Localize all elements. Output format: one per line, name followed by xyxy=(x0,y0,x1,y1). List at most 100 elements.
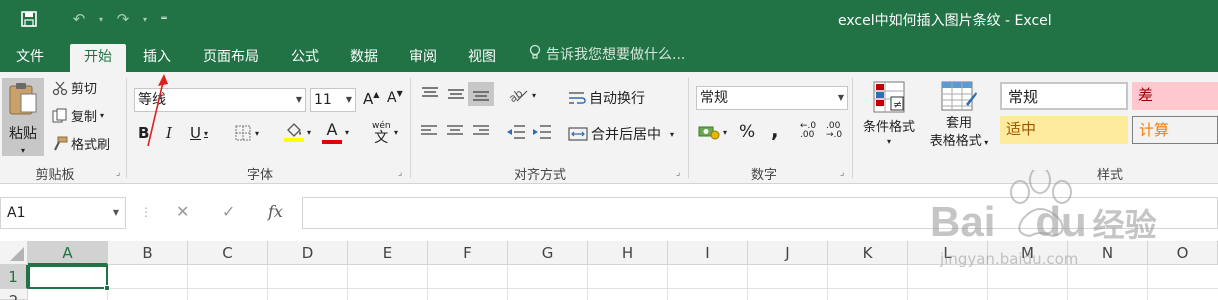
tab-file[interactable]: 文件 xyxy=(10,44,50,72)
merge-center-label: 合并后居中 xyxy=(591,127,661,143)
insert-function-icon[interactable]: fx xyxy=(268,197,283,229)
tab-page-layout[interactable]: 页面布局 xyxy=(193,44,269,72)
save-icon[interactable] xyxy=(14,8,44,30)
row-header-2[interactable]: 2 xyxy=(0,289,28,300)
comma-style-button[interactable]: , xyxy=(771,118,779,142)
underline-button[interactable]: U ▾ xyxy=(190,124,208,142)
fill-handle[interactable] xyxy=(104,285,110,291)
font-size-select[interactable]: 11 ▼ xyxy=(310,88,356,112)
alignment-launcher-icon[interactable]: ⌟ xyxy=(676,168,680,178)
align-left-button[interactable] xyxy=(420,124,438,138)
align-bottom-button[interactable] xyxy=(468,82,494,106)
column-header-b[interactable]: B xyxy=(108,241,188,265)
grow-font-button[interactable]: A ▲ xyxy=(363,90,379,109)
name-box-value: A1 xyxy=(7,205,26,221)
font-color-button[interactable]: A xyxy=(322,120,342,144)
undo-icon[interactable]: ↶ xyxy=(64,8,94,30)
paste-label: 粘贴 xyxy=(9,126,37,142)
number-group-label: 数字 xyxy=(750,168,777,183)
tab-data[interactable]: 数据 xyxy=(341,44,387,72)
cancel-icon[interactable]: ✕ xyxy=(176,197,189,229)
name-box[interactable]: A1 ▼ xyxy=(0,197,126,229)
gridline-vertical xyxy=(667,265,668,300)
column-header-j[interactable]: J xyxy=(748,241,828,265)
copy-button[interactable]: 复制 ▾ xyxy=(52,106,104,125)
increase-decimal-button[interactable]: ←.0 .00 xyxy=(800,122,820,140)
column-header-i[interactable]: I xyxy=(668,241,748,265)
style-calculation[interactable]: 计算 xyxy=(1132,116,1218,144)
column-header-e[interactable]: E xyxy=(348,241,428,265)
number-launcher-icon[interactable]: ⌟ xyxy=(840,168,844,178)
gridline-vertical xyxy=(267,265,268,300)
wrap-text-button[interactable]: 自动换行 xyxy=(568,88,645,108)
column-header-d[interactable]: D xyxy=(268,241,348,265)
watermark-brand-tail: du xyxy=(1035,198,1087,245)
percent-style-button[interactable]: % xyxy=(739,122,755,142)
style-normal[interactable]: 常规 xyxy=(1000,82,1128,110)
watermark-brand: Bai xyxy=(930,198,996,245)
fill-color-button[interactable] xyxy=(284,122,304,142)
tab-home[interactable]: 开始 xyxy=(70,44,126,72)
format-as-table-button[interactable]: 套用 表格格式 ▾ xyxy=(922,80,996,151)
text-orientation-icon: ab xyxy=(507,86,529,104)
phonetic-char-label: 文 xyxy=(374,130,389,146)
clipboard-launcher-icon[interactable]: ⌟ xyxy=(116,168,120,178)
format-painter-label: 格式刷 xyxy=(71,138,111,153)
redo-icon[interactable]: ↷ xyxy=(108,8,138,30)
tab-insert[interactable]: 插入 xyxy=(134,44,180,72)
decrease-indent-icon xyxy=(506,124,526,140)
font-color-dropdown-icon[interactable]: ▾ xyxy=(345,128,349,137)
paste-button[interactable]: 粘贴 ▾ xyxy=(2,78,44,156)
customize-qat-icon[interactable]: ═ xyxy=(152,8,176,30)
chevron-down-icon: ▼ xyxy=(345,95,352,104)
redo-dropdown-icon[interactable]: ▾ xyxy=(138,8,152,30)
row-header-1[interactable]: 1 xyxy=(0,265,28,289)
column-header-g[interactable]: G xyxy=(508,241,588,265)
tab-review[interactable]: 审阅 xyxy=(400,44,446,72)
format-painter-button[interactable]: 格式刷 xyxy=(52,134,110,153)
style-bad[interactable]: 差 xyxy=(1132,82,1218,110)
number-format-select[interactable]: 常规 ▼ xyxy=(696,86,848,110)
tab-view[interactable]: 视图 xyxy=(459,44,505,72)
tab-formulas[interactable]: 公式 xyxy=(282,44,328,72)
decrease-decimal-icon: .00 →.0 xyxy=(826,121,843,140)
accounting-format-button[interactable]: ▾ xyxy=(698,124,727,140)
style-neutral[interactable]: 适中 xyxy=(1000,116,1128,144)
selected-cell-a1[interactable] xyxy=(28,265,108,289)
borders-icon xyxy=(234,124,252,142)
align-top-button[interactable] xyxy=(420,86,440,102)
borders-button[interactable]: ▾ xyxy=(234,124,259,142)
align-right-icon xyxy=(472,124,490,138)
merge-center-button[interactable]: 合并后居中 ▾ xyxy=(568,124,674,144)
gridline-vertical xyxy=(187,265,188,300)
baidu-watermark: Bai du 经验 jingyan.baidu.com xyxy=(930,166,1218,300)
orientation-button[interactable]: ab ▾ xyxy=(507,86,536,104)
align-center-button[interactable] xyxy=(446,124,464,138)
decrease-decimal-button[interactable]: .00 →.0 xyxy=(826,122,848,140)
fill-color-dropdown-icon[interactable]: ▾ xyxy=(307,128,311,137)
cut-button[interactable]: 剪切 xyxy=(52,78,97,97)
enter-icon[interactable]: ✓ xyxy=(222,197,235,229)
font-launcher-icon[interactable]: ⌟ xyxy=(398,168,402,178)
phonetic-dropdown-icon[interactable]: ▾ xyxy=(394,128,398,137)
group-separator xyxy=(410,78,411,178)
gridline-vertical xyxy=(427,265,428,300)
comma-icon: , xyxy=(771,118,779,142)
tell-me-box[interactable]: 告诉我您想要做什么... xyxy=(528,44,685,64)
increase-indent-button[interactable] xyxy=(532,124,552,140)
column-header-k[interactable]: K xyxy=(828,241,908,265)
align-right-button[interactable] xyxy=(472,124,490,138)
column-header-c[interactable]: C xyxy=(188,241,268,265)
align-middle-button[interactable] xyxy=(446,86,466,102)
decrease-indent-button[interactable] xyxy=(506,124,526,140)
conditional-formatting-button[interactable]: ≠ 条件格式 ▾ xyxy=(858,80,920,146)
shrink-font-button[interactable]: A ▼ xyxy=(387,89,403,107)
phonetic-guide-button[interactable]: wén 文 xyxy=(372,120,391,146)
column-header-f[interactable]: F xyxy=(428,241,508,265)
font-color-icon: A xyxy=(326,120,338,139)
select-all-corner[interactable] xyxy=(0,241,28,265)
column-header-a[interactable]: A xyxy=(28,241,108,265)
column-header-h[interactable]: H xyxy=(588,241,668,265)
undo-dropdown-icon[interactable]: ▾ xyxy=(94,8,108,30)
copy-icon xyxy=(52,108,68,124)
